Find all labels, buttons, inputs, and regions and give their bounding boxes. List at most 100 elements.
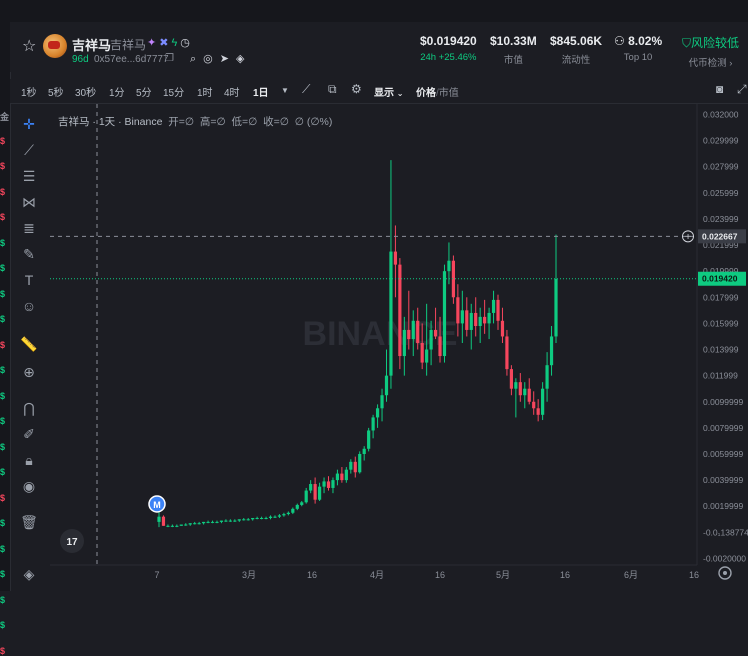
candle-body xyxy=(380,395,384,409)
chart-type-icon[interactable]: ⧉ xyxy=(328,82,337,97)
watchlist-item[interactable]: $ xyxy=(0,416,10,426)
price-value: $0.019420 xyxy=(420,34,477,48)
indicator-icon[interactable]: ⟋ xyxy=(302,82,310,97)
candle-body xyxy=(326,481,331,488)
favorite-star-icon[interactable]: ☆ xyxy=(22,36,36,56)
candle-body xyxy=(295,504,299,509)
telegram-icon[interactable]: ➤ xyxy=(220,53,229,65)
watchlist-item[interactable]: $ xyxy=(0,391,10,401)
text-tool-icon[interactable]: T xyxy=(20,272,38,288)
stat-risk[interactable]: ⛉风险较低 代币检测 › xyxy=(682,34,739,69)
interval-15m[interactable]: 15分 xyxy=(163,84,184,99)
candle-body xyxy=(175,525,179,527)
fullscreen-icon[interactable]: ⤢ xyxy=(737,82,747,97)
watchlist-item[interactable]: $ xyxy=(0,493,10,503)
camera-icon[interactable]: ◙ xyxy=(716,82,723,96)
watchlist-item[interactable]: $ xyxy=(0,238,10,248)
interval-dropdown-icon[interactable]: ▼ xyxy=(281,86,289,95)
crosshair-icon[interactable]: ✛ xyxy=(20,116,38,133)
fib-retracement-icon[interactable]: ≣ xyxy=(20,220,38,237)
add-alert-icon[interactable] xyxy=(682,230,694,243)
x-tick-label: 6月 xyxy=(624,570,638,580)
interval-5m[interactable]: 5分 xyxy=(136,84,152,99)
trendline-icon[interactable]: ⟋ xyxy=(20,142,38,159)
y-tick-label: 0.017999 xyxy=(703,292,739,302)
brush-icon[interactable]: ✎ xyxy=(20,246,38,263)
lock-icon[interactable]: 🔒︎ xyxy=(20,452,38,469)
zoom-in-icon[interactable]: ⊕ xyxy=(20,364,38,381)
candle-body xyxy=(251,517,255,520)
watchlist-item[interactable]: 金 xyxy=(0,110,10,123)
watchlist-item[interactable]: $ xyxy=(0,442,10,452)
candle-body xyxy=(349,461,353,470)
watchlist-item[interactable]: $ xyxy=(0,620,10,630)
marker-badge[interactable]: M xyxy=(148,495,166,513)
copy-icon[interactable]: ❐ xyxy=(165,53,174,64)
search-icon[interactable]: ⌕ xyxy=(190,53,196,65)
timezone-settings-icon[interactable] xyxy=(718,566,732,580)
price-mcap-toggle[interactable]: 价格/市值 xyxy=(416,84,459,99)
candle-body xyxy=(331,480,335,488)
watchlist-item[interactable]: $ xyxy=(0,187,10,197)
website-icon[interactable]: ◎ xyxy=(203,53,213,65)
emoji-icon[interactable]: ☺ xyxy=(20,298,38,314)
candle-body xyxy=(166,525,170,527)
watchlist-item[interactable]: $ xyxy=(0,136,10,146)
watchlist-item[interactable]: $ xyxy=(0,263,10,273)
interval-5s[interactable]: 5秒 xyxy=(48,84,64,99)
interval-1d[interactable]: 1日 xyxy=(253,84,269,99)
candle-body xyxy=(491,299,496,313)
watchlist-item[interactable]: $ xyxy=(0,161,10,171)
watchlist-item[interactable]: $ xyxy=(0,314,10,324)
candle-body xyxy=(259,517,264,519)
candle-body xyxy=(407,329,411,340)
lock-drawing-icon[interactable]: ✐ xyxy=(20,426,38,443)
watchlist-item[interactable]: $ xyxy=(0,518,10,528)
candle-body xyxy=(317,486,322,500)
interval-1m[interactable]: 1分 xyxy=(109,84,125,99)
pattern-icon[interactable]: ⋈ xyxy=(20,194,38,211)
binance-icon[interactable]: ◈ xyxy=(236,53,244,65)
liquidity-value: $845.06K xyxy=(550,34,603,48)
candle-body xyxy=(549,336,554,366)
candle-body xyxy=(233,520,237,522)
display-menu[interactable]: 显示 ⌄ xyxy=(374,84,403,99)
ruler-icon[interactable]: 📏 xyxy=(20,336,38,353)
chart-legend: 吉祥马 · 1天 · Binance 开=∅ 高=∅ 低=∅ 收=∅ ∅ (∅%… xyxy=(58,114,332,129)
trash-icon[interactable]: 🗑︎ xyxy=(20,514,38,531)
stat-top10[interactable]: ⚇ 8.02% Top 10 xyxy=(614,34,662,63)
layers-icon[interactable]: ◈ xyxy=(20,566,38,583)
token-name: 吉祥马 xyxy=(72,38,112,53)
legend-open: 开=∅ xyxy=(168,116,195,128)
candle-body xyxy=(291,508,295,513)
magnet-icon[interactable]: ⋂ xyxy=(20,400,38,417)
candle-body xyxy=(170,525,174,527)
watchlist-item[interactable]: $ xyxy=(0,340,10,350)
interval-30s[interactable]: 30秒 xyxy=(75,84,96,99)
token-symbol: 吉祥马 xyxy=(110,38,147,52)
watchlist-item[interactable]: $ xyxy=(0,467,10,477)
token-age: 96d xyxy=(72,54,89,65)
drawing-toolbar: ✛ ⟋ ☰ ⋈ ≣ ✎ T ☺ 📏 ⊕ ⋂ ✐ 🔒︎ ◉ 🗑︎ ◈ xyxy=(10,108,46,591)
watchlist-item[interactable]: $ xyxy=(0,569,10,579)
price-toggle[interactable]: 价格 xyxy=(416,88,436,99)
watchlist-item[interactable]: $ xyxy=(0,646,10,656)
watchlist-item[interactable]: $ xyxy=(0,544,10,554)
candle-body xyxy=(300,502,304,505)
y-tick-label: 0.0059999 xyxy=(703,449,743,459)
watchlist-item[interactable]: $ xyxy=(0,365,10,375)
mcap-toggle[interactable]: 市值 xyxy=(439,88,459,99)
watchlist-item[interactable]: $ xyxy=(0,595,10,605)
eye-icon[interactable]: ◉ xyxy=(20,478,38,495)
stat-price: $0.019420 24h +25.46% xyxy=(420,34,477,63)
watchlist-item[interactable]: $ xyxy=(0,212,10,222)
interval-1s[interactable]: 1秒 xyxy=(21,84,37,99)
watchlist-item[interactable]: $ xyxy=(0,289,10,299)
settings-gear-icon[interactable]: ⚙ xyxy=(351,82,362,96)
last-price-box xyxy=(698,271,746,286)
candle-body xyxy=(411,320,415,340)
liquidity-label: 流动性 xyxy=(561,55,591,66)
interval-1h[interactable]: 1时 xyxy=(197,84,213,99)
horizontal-lines-icon[interactable]: ☰ xyxy=(20,168,38,185)
interval-4h[interactable]: 4时 xyxy=(224,84,240,99)
